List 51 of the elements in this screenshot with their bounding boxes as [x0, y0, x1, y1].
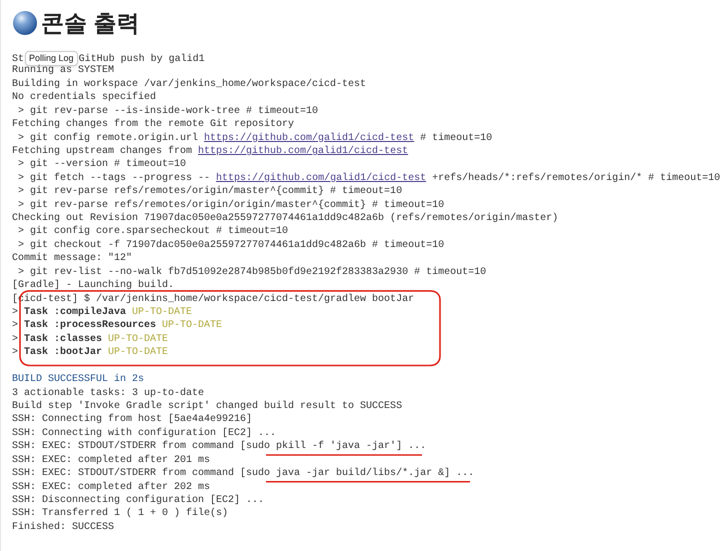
log-text: Finished: SUCCESS: [12, 522, 114, 533]
log-text: >: [12, 320, 20, 332]
polling-log-tooltip: Polling Log: [25, 51, 78, 66]
log-text: # timeout=10: [419, 132, 492, 144]
log-text: [Gradle] - Launching build.: [12, 280, 174, 292]
log-text: > git --version # timeout=10: [17, 159, 186, 170]
task-status: UP-TO-DATE: [161, 320, 222, 332]
sphere-icon: [12, 10, 38, 36]
log-text: Fetching upstream changes from: [12, 146, 194, 157]
log-text: 3 actionable tasks: 3 up-to-date: [12, 388, 204, 399]
log-text: > git checkout -f 71907dac050e0a25597277074461a1dd9c482a6b # timeout=10: [17, 240, 444, 251]
log-text: Build step 'Invoke Gradle script' changed build result to SUCCESS: [12, 400, 402, 412]
log-text: Checking out Revision 71907dac050e0a25597277074461a1dd9c482a6b (refs/remotes/origin/master): [12, 213, 558, 224]
log-text: > git rev-parse refs/remotes/origin/origin/master^{commit} # timeout=10: [17, 200, 444, 211]
log-text: GitHub push by galid1: [78, 54, 205, 66]
repo-link[interactable]: https://github.com/galid1/cicd-test: [204, 132, 414, 144]
log-text: >: [12, 307, 20, 318]
log-text: > git rev-list --no-walk fb7d51092e2874b985b0fd9e2192f283383a2930 # timeout=10: [17, 266, 486, 278]
build-result: BUILD SUCCESSFUL in 2s: [12, 374, 144, 386]
log-text: St: [12, 54, 24, 66]
task-status: UP-TO-DATE: [107, 347, 168, 358]
log-text: Running as SYSTEM: [12, 65, 114, 76]
log-text: SSH: Connecting from host [5ae4a4e99216]: [12, 414, 252, 426]
task-status: UP-TO-DATE: [131, 307, 192, 318]
log-text: >: [12, 334, 20, 345]
task-name: Task :bootJar: [24, 347, 102, 358]
repo-link[interactable]: https://github.com/galid1/cicd-test: [198, 146, 408, 157]
log-text: SSH: Transferred 1 ( 1 + 0 ) file(s): [12, 508, 228, 520]
log-text: Fetching changes from the remote Git repository: [12, 119, 294, 130]
log-text: Commit message: "12": [12, 253, 132, 264]
log-text: SSH: EXEC: completed after 201 ms: [12, 454, 210, 466]
log-text: SSH: Connecting with configuration [EC2] ...: [12, 428, 276, 439]
task-name: Task :processResources: [24, 320, 156, 332]
log-text: +refs/heads/*:refs/remotes/origin/* # timeout=10: [431, 172, 720, 184]
log-text: SSH: EXEC: completed after 202 ms: [12, 482, 210, 492]
log-text: No credentials specified: [12, 92, 156, 104]
log-text: SSH: EXEC: STDOUT/STDERR from command [sudo java -jar build/libs/*.jar &] ...: [12, 468, 474, 480]
log-text: > git rev-parse refs/remotes/origin/master^{commit} # timeout=10: [17, 186, 402, 198]
log-text: Building in workspace /var/jenkins_home/workspace/cicd-test: [12, 78, 366, 90]
task-name: Task :compileJava: [24, 307, 126, 318]
log-text: > git rev-parse --is-inside-work-tree # timeout=10: [17, 106, 318, 117]
log-text: >: [12, 347, 20, 358]
log-text: SSH: Disconnecting configuration [EC2] ...: [12, 494, 264, 506]
task-name: Task :classes: [24, 334, 102, 345]
log-text: > git config remote.origin.url: [17, 132, 200, 144]
log-text: SSH: EXEC: STDOUT/STDERR from command [sudo pkill -f 'java -jar'] ...: [12, 441, 426, 452]
log-text: > git fetch --tags --progress --: [17, 172, 212, 184]
log-text: > git config core.sparsecheckout # timeout=10: [17, 226, 288, 238]
task-status: UP-TO-DATE: [107, 334, 168, 345]
repo-link[interactable]: https://github.com/galid1/cicd-test: [216, 172, 426, 184]
page-title: 콘솔 출력: [41, 12, 140, 34]
